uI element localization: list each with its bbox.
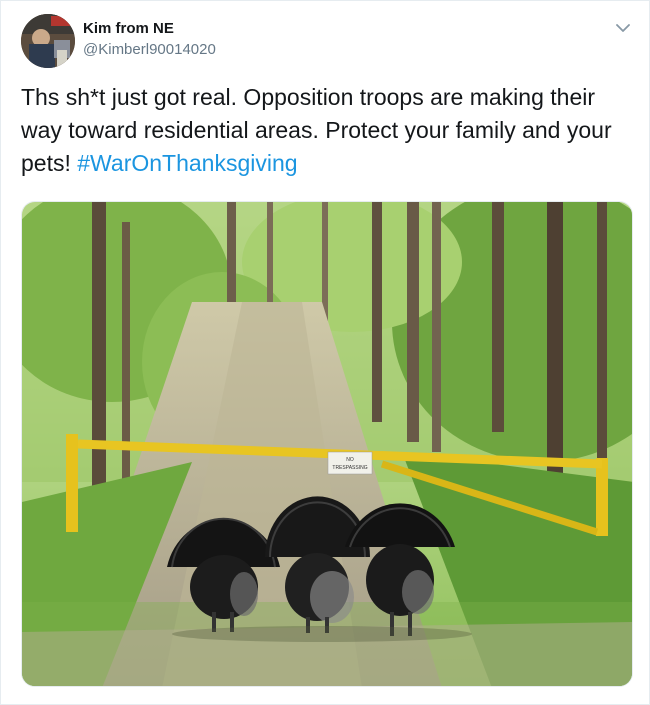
tweet-photo[interactable]: NO TRESPASSING <box>21 201 633 687</box>
sign-line-1: NO <box>346 457 354 463</box>
tweet-card: Kim from NE @Kimberl90014020 Ths sh*t ju… <box>0 0 650 705</box>
more-options-button[interactable] <box>611 17 635 39</box>
chevron-down-icon <box>616 24 630 32</box>
photo-turkeys-at-gate: NO TRESPASSING <box>22 202 632 686</box>
sign-line-2: TRESPASSING <box>332 465 367 471</box>
author-name[interactable]: Kim from NE <box>83 20 174 37</box>
avatar[interactable] <box>21 14 75 68</box>
tweet-text: Ths sh*t just got real. Opposition troop… <box>21 81 641 180</box>
hashtag-link[interactable]: #WarOnThanksgiving <box>77 150 297 176</box>
author-handle[interactable]: @Kimberl90014020 <box>83 41 216 58</box>
